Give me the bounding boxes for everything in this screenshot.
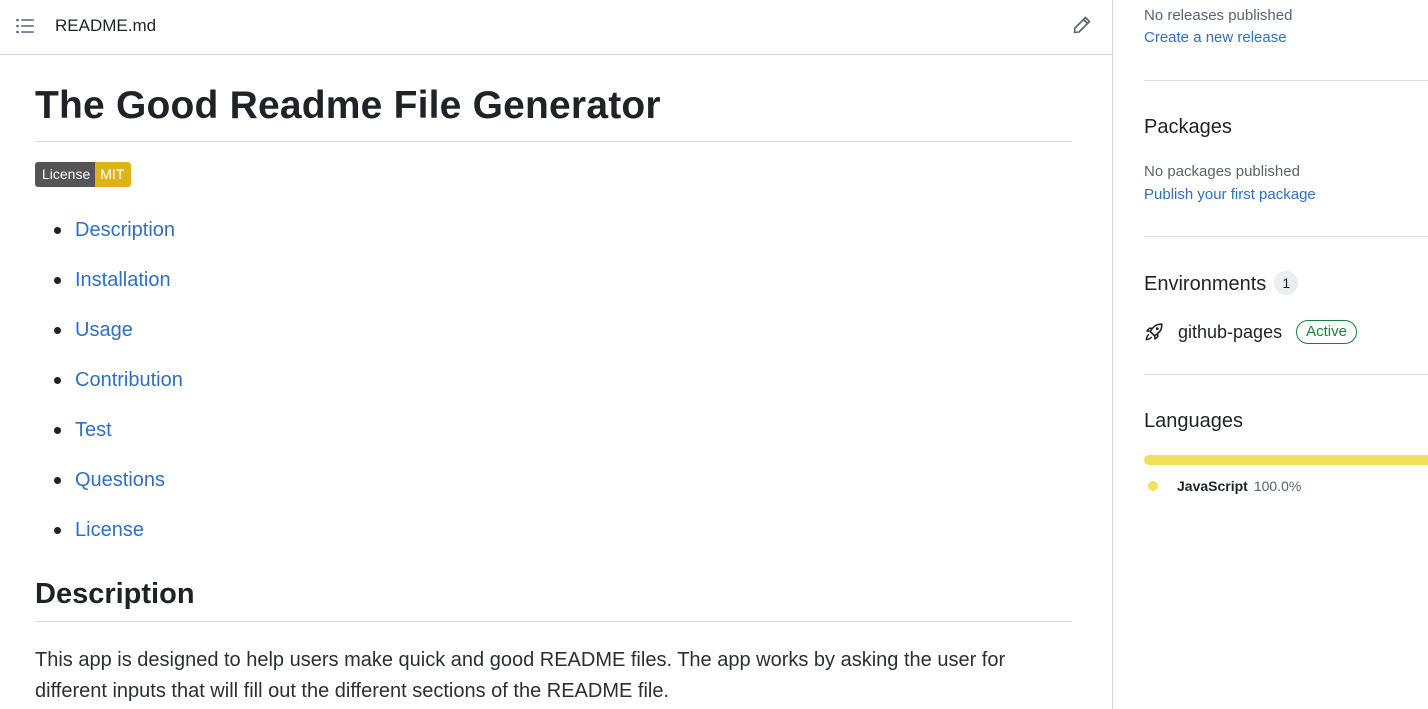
repo-page: README.md The Good Readme File Generator… bbox=[0, 0, 1428, 709]
environments-heading[interactable]: Environments 1 bbox=[1144, 271, 1299, 296]
languages-heading: Languages bbox=[1144, 410, 1243, 432]
divider bbox=[1144, 80, 1428, 81]
language-name: JavaScript bbox=[1177, 478, 1248, 494]
create-release-link[interactable]: Create a new release bbox=[1144, 29, 1287, 46]
toc-item-test: Test bbox=[35, 405, 1072, 455]
readme-file-name: README.md bbox=[55, 16, 157, 35]
readme-title: The Good Readme File Generator bbox=[35, 56, 1072, 142]
publish-package-link[interactable]: Publish your first package bbox=[1144, 186, 1316, 203]
license-badge-value: MIT bbox=[95, 162, 132, 187]
license-badge-label: License bbox=[35, 162, 96, 187]
toc-item-description: Description bbox=[35, 205, 1072, 255]
license-badge[interactable]: License MIT bbox=[35, 162, 132, 187]
toc-link-test[interactable]: Test bbox=[75, 419, 112, 441]
list-icon[interactable] bbox=[15, 17, 35, 35]
toc-link-questions[interactable]: Questions bbox=[75, 469, 165, 491]
environments-heading-label: Environments bbox=[1144, 273, 1267, 295]
readme-panel: README.md The Good Readme File Generator… bbox=[0, 0, 1113, 709]
toc-link-usage[interactable]: Usage bbox=[75, 319, 133, 341]
toc-item-usage: Usage bbox=[35, 305, 1072, 355]
readme-header: README.md bbox=[0, 0, 1112, 55]
releases-empty-text: No releases published bbox=[1144, 7, 1293, 24]
language-bar bbox=[1144, 455, 1428, 465]
toc-link-license[interactable]: License bbox=[75, 519, 144, 541]
language-item-javascript[interactable]: JavaScript 100.0% bbox=[1148, 478, 1301, 494]
description-text: This app is designed to help users make … bbox=[35, 649, 1006, 702]
environment-status-badge: Active bbox=[1296, 320, 1357, 344]
toc-item-questions: Questions bbox=[35, 455, 1072, 505]
table-of-contents: Description Installation Usage Contribut… bbox=[35, 205, 1072, 555]
packages-empty-text: No packages published bbox=[1144, 163, 1300, 180]
repo-sidebar: No releases published Create a new relea… bbox=[1144, 0, 1428, 709]
description-heading: Description bbox=[35, 578, 1072, 622]
language-color-dot bbox=[1148, 481, 1158, 491]
divider bbox=[1144, 374, 1428, 375]
divider bbox=[1144, 236, 1428, 237]
environments-count: 1 bbox=[1274, 271, 1299, 295]
toc-item-installation: Installation bbox=[35, 255, 1072, 305]
rocket-icon bbox=[1145, 323, 1163, 341]
toc-link-contribution[interactable]: Contribution bbox=[75, 369, 183, 391]
toc-link-installation[interactable]: Installation bbox=[75, 269, 171, 291]
packages-heading: Packages bbox=[1144, 116, 1232, 138]
environment-item[interactable]: github-pages Active bbox=[1144, 318, 1357, 346]
pencil-icon[interactable] bbox=[1072, 15, 1092, 35]
environment-name: github-pages bbox=[1178, 321, 1283, 342]
toc-item-license: License bbox=[35, 505, 1072, 555]
readme-content: The Good Readme File Generator License M… bbox=[35, 56, 1072, 707]
language-percent: 100.0% bbox=[1253, 478, 1302, 494]
toc-link-description[interactable]: Description bbox=[75, 219, 175, 241]
toc-item-contribution: Contribution bbox=[35, 355, 1072, 405]
